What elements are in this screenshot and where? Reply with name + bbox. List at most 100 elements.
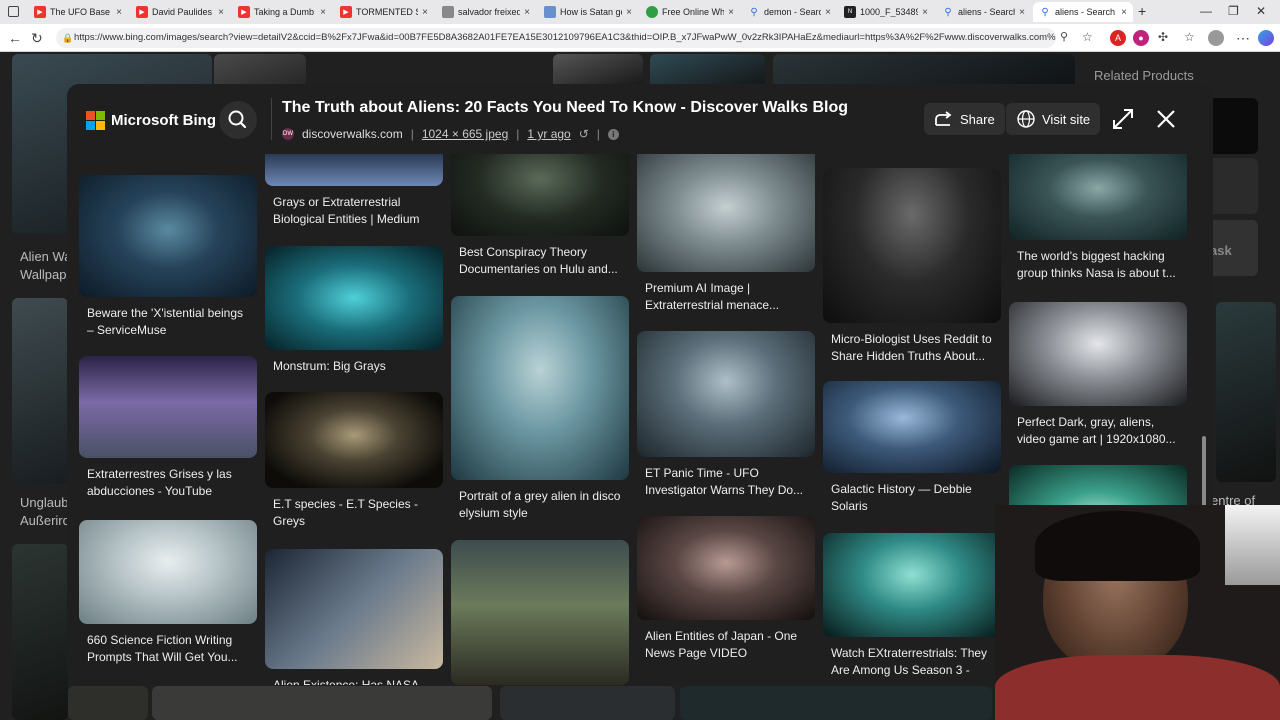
tab-3[interactable]: ▶ TORMENTED SO × <box>334 2 434 22</box>
result-caption: Best Conspiracy Theory Documentaries on … <box>459 245 618 276</box>
tab-title: The UFO Base N <box>50 7 113 17</box>
close-icon[interactable]: × <box>728 7 734 18</box>
background-thumbnail[interactable] <box>1216 302 1276 482</box>
close-modal-button[interactable] <box>1152 105 1180 133</box>
extensions-puzzle-icon[interactable]: ✣ <box>1158 30 1168 44</box>
tab-0[interactable]: ▶ The UFO Base N × <box>28 2 128 22</box>
tab-actions-icon[interactable] <box>8 6 19 17</box>
page-icon <box>442 6 454 18</box>
image-result-card[interactable]: Grays or Extraterrestrial Biological Ent… <box>265 154 443 228</box>
site-info-icon[interactable]: 🔒 <box>62 28 73 48</box>
image-result-card[interactable]: Monstrum: Big Grays <box>265 246 443 392</box>
background-caption: ask <box>1210 243 1232 258</box>
image-result-card[interactable]: Extraterrestres Grises y las abducciones… <box>79 356 257 500</box>
background-thumbnail[interactable] <box>12 544 68 720</box>
background-thumbnail[interactable] <box>680 686 992 720</box>
image-result-card[interactable] <box>451 540 629 685</box>
restore-icon[interactable]: ❐ <box>1228 4 1239 18</box>
close-icon[interactable]: × <box>1019 7 1025 18</box>
new-tab-icon[interactable]: + <box>1138 3 1146 19</box>
result-thumbnail <box>451 540 629 685</box>
result-caption: Perfect Dark, gray, aliens, video game a… <box>1017 415 1176 446</box>
image-age[interactable]: 1 yr ago <box>527 127 570 141</box>
result-caption: Portrait of a grey alien in disco elysiu… <box>459 489 621 520</box>
tab-5[interactable]: How is Satan go × <box>538 2 638 22</box>
close-icon[interactable]: × <box>218 7 224 18</box>
favorites-icon[interactable]: ☆ <box>1184 30 1195 44</box>
background-thumbnail[interactable] <box>12 298 68 484</box>
source-link[interactable]: discoverwalks.com <box>302 127 403 141</box>
tab-title: David Paulides <box>152 7 213 17</box>
image-result-card[interactable]: Alien Existence: Has NASA... <box>265 549 443 685</box>
image-result-card[interactable]: Perfect Dark, gray, aliens, video game a… <box>1009 302 1187 448</box>
favorite-star-icon[interactable]: ☆ <box>1082 30 1093 44</box>
url-field[interactable]: 🔒 https://www.bing.com/images/search?vie… <box>56 28 1056 48</box>
visit-site-button[interactable]: Visit site <box>1006 103 1101 135</box>
background-thumbnail[interactable] <box>152 686 492 720</box>
image-dimensions[interactable]: 1024 × 665 jpeg <box>422 127 508 141</box>
bing-logo[interactable]: Microsoft Bing <box>86 111 216 130</box>
tab-9[interactable]: ⚲ aliens - Search × <box>936 2 1031 22</box>
result-thumbnail <box>823 533 1001 637</box>
history-icon[interactable]: ↺ <box>579 127 589 141</box>
webcam-light <box>1225 505 1280 585</box>
grid-scrollbar[interactable] <box>1202 436 1206 506</box>
share-button[interactable]: Share <box>924 103 1005 135</box>
copilot-icon[interactable] <box>1258 30 1274 46</box>
adblock-extension-icon[interactable]: A <box>1110 30 1126 46</box>
tab-7[interactable]: ⚲ demon - Search × <box>742 2 837 22</box>
extension-icon[interactable]: ● <box>1133 30 1149 46</box>
result-thumbnail <box>451 296 629 480</box>
image-result-card[interactable]: ET Panic Time - UFO Investigator Warns T… <box>637 331 815 499</box>
page-icon <box>646 6 658 18</box>
page-icon <box>544 6 556 18</box>
close-icon[interactable]: × <box>922 7 928 18</box>
globe-icon <box>1017 110 1035 128</box>
zoom-icon[interactable]: ⚲ <box>1060 30 1068 43</box>
background-thumbnail[interactable] <box>500 686 675 720</box>
tab-10[interactable]: ⚲ aliens - Search in × <box>1033 2 1133 22</box>
result-thumbnail <box>265 392 443 488</box>
image-result-card[interactable]: Micro-Biologist Uses Reddit to Share Hid… <box>823 168 1001 365</box>
info-icon[interactable]: i <box>607 128 619 140</box>
close-icon[interactable]: × <box>422 7 428 18</box>
close-icon[interactable]: × <box>825 7 831 18</box>
background-thumbnail[interactable] <box>68 686 148 720</box>
close-icon[interactable]: × <box>1121 7 1127 18</box>
image-result-card[interactable]: E.T species - E.T Species - Greys <box>265 392 443 530</box>
tab-title: aliens - Search in <box>1055 7 1117 17</box>
result-thumbnail <box>823 381 1001 473</box>
profile-avatar[interactable] <box>1208 30 1224 46</box>
image-result-card[interactable]: 660 Science Fiction Writing Prompts That… <box>79 520 257 666</box>
image-result-card[interactable]: The world's biggest hacking group thinks… <box>1009 154 1187 282</box>
close-icon[interactable]: × <box>320 7 326 18</box>
image-result-card[interactable]: Premium AI Image | Extraterrestrial mena… <box>637 154 815 314</box>
tab-4[interactable]: salvador freixed × <box>436 2 536 22</box>
back-icon[interactable]: ← <box>8 30 22 46</box>
close-icon[interactable]: × <box>116 7 122 18</box>
image-result-card[interactable]: Galactic History — Debbie Solaris <box>823 381 1001 515</box>
expand-button[interactable] <box>1109 105 1137 133</box>
close-window-icon[interactable]: ✕ <box>1256 4 1266 18</box>
youtube-icon: ▶ <box>238 6 250 18</box>
close-icon[interactable]: × <box>524 7 530 18</box>
image-result-card[interactable]: Portrait of a grey alien in disco elysiu… <box>451 296 629 522</box>
site-favicon-icon: DW <box>282 128 294 140</box>
more-menu-icon[interactable]: ⋯ <box>1236 30 1250 47</box>
tab-2[interactable]: ▶ Taking a Dumb o × <box>232 2 332 22</box>
result-caption: The world's biggest hacking group thinks… <box>1017 249 1176 280</box>
image-result-card[interactable]: Beware the 'X'istential beings – Service… <box>79 175 257 339</box>
related-products-label[interactable]: Related Products <box>1094 68 1194 83</box>
tab-6[interactable]: Free Online Whi × <box>640 2 740 22</box>
close-icon[interactable]: × <box>626 7 632 18</box>
minimize-icon[interactable]: — <box>1200 4 1212 18</box>
image-result-card[interactable]: Alien Entities of Japan - One News Page … <box>637 516 815 662</box>
search-button[interactable] <box>219 101 257 139</box>
result-thumbnail <box>1009 154 1187 240</box>
tab-1[interactable]: ▶ David Paulides × <box>130 2 230 22</box>
image-result-card[interactable]: Watch EXtraterrestrials: They Are Among … <box>823 533 1001 679</box>
image-title[interactable]: The Truth about Aliens: 20 Facts You Nee… <box>282 99 848 117</box>
tab-8[interactable]: N 1000_F_534894 × <box>838 2 934 22</box>
image-result-card[interactable]: Best Conspiracy Theory Documentaries on … <box>451 154 629 278</box>
refresh-icon[interactable]: ↻ <box>31 30 43 47</box>
